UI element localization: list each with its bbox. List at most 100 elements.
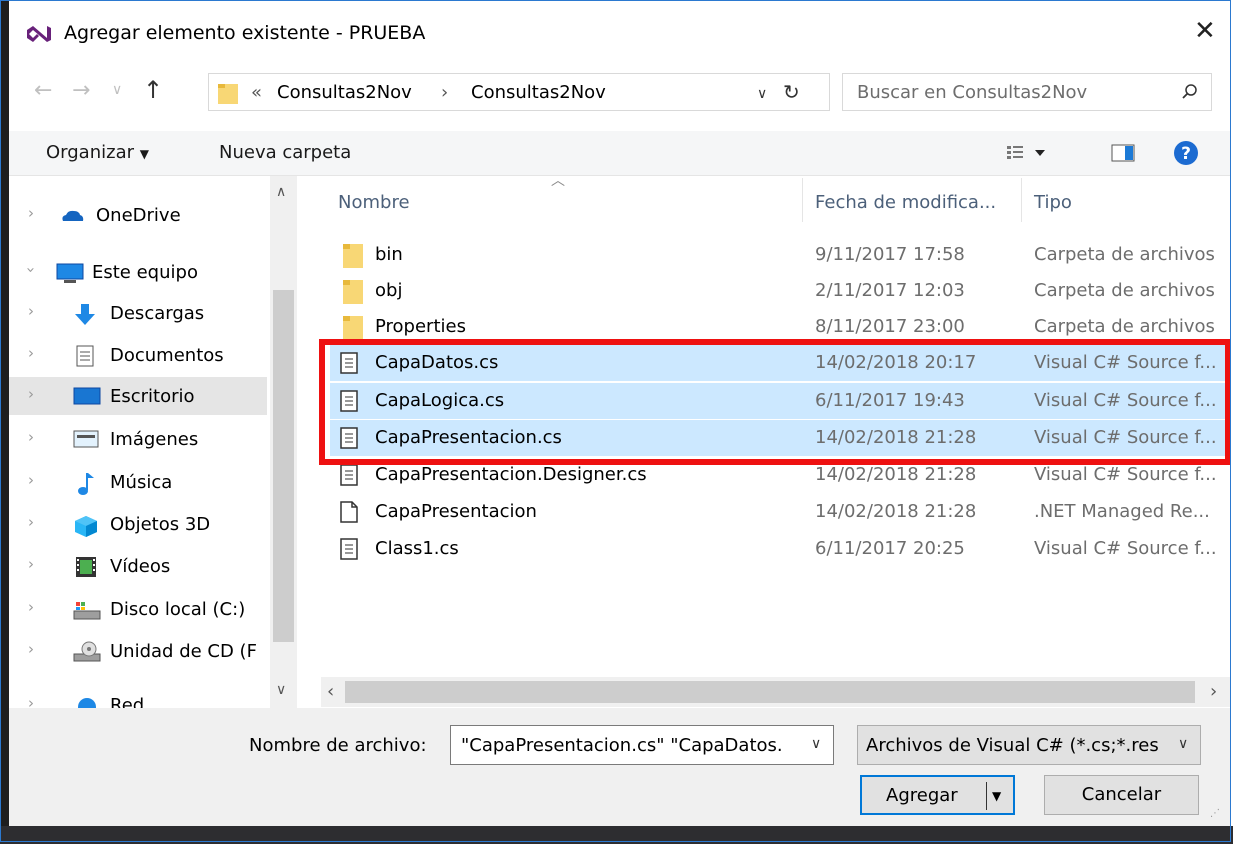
file-name: Class1.cs — [375, 538, 459, 559]
nav-scrollbar-thumb[interactable] — [273, 290, 294, 642]
cs-file-icon — [338, 463, 360, 491]
file-row-bin[interactable]: bin 9/11/2017 17:58 Carpeta de archivos — [330, 237, 1230, 273]
nav-item-objetos-3d[interactable]: › Objetos 3D — [9, 505, 267, 543]
nav-item-documentos[interactable]: › Documentos — [9, 336, 267, 374]
column-divider[interactable] — [1021, 178, 1022, 222]
help-icon[interactable]: ? — [1173, 140, 1199, 170]
expand-chevron-icon[interactable]: › — [28, 428, 34, 446]
pictures-icon — [73, 429, 99, 449]
breadcrumb-item-2[interactable]: Consultas2Nov — [471, 82, 606, 103]
recent-locations-chevron-icon[interactable]: ∨ — [112, 82, 122, 98]
address-dropdown-icon[interactable]: ∨ — [757, 86, 767, 102]
highlight-annotation — [319, 339, 1231, 465]
expand-chevron-icon[interactable]: › — [28, 471, 34, 489]
expand-chevron-icon[interactable]: › — [28, 640, 34, 658]
search-input[interactable]: Buscar en Consultas2Nov — [857, 82, 1087, 103]
scroll-left-icon[interactable]: ‹ — [327, 681, 334, 702]
expand-chevron-icon[interactable]: › — [28, 555, 34, 573]
expand-chevron-icon[interactable]: › — [28, 302, 34, 320]
file-name: bin — [375, 244, 403, 265]
nav-label: Descargas — [110, 303, 205, 324]
nav-item-descargas[interactable]: › Descargas — [9, 294, 267, 332]
scroll-right-icon[interactable]: › — [1210, 681, 1217, 702]
add-button-label: Agregar — [886, 785, 958, 806]
nav-item-musica[interactable]: › Música — [9, 463, 267, 501]
file-date: 8/11/2017 23:00 — [815, 316, 965, 337]
visual-studio-icon — [24, 22, 52, 50]
cd-drive-icon — [73, 641, 101, 662]
desktop-icon — [73, 386, 101, 406]
file-row-class1[interactable]: Class1.cs 6/11/2017 20:25 Visual C# Sour… — [330, 531, 1230, 567]
organize-button[interactable]: Organizar ▼ — [46, 142, 149, 163]
file-date: 9/11/2017 17:58 — [815, 244, 965, 265]
file-row-capapresentacion-resx[interactable]: CapaPresentacion 14/02/2018 21:28 .NET M… — [330, 494, 1230, 530]
background-strip-bottom — [0, 826, 1233, 844]
organize-label: Organizar — [46, 142, 134, 163]
up-arrow-icon[interactable]: ↑ — [143, 76, 163, 104]
expand-chevron-icon[interactable]: › — [28, 385, 34, 403]
file-type: .NET Managed Re... — [1034, 501, 1210, 522]
new-folder-button[interactable]: Nueva carpeta — [219, 142, 351, 163]
column-divider[interactable] — [802, 178, 803, 222]
chevron-down-icon[interactable]: ∨ — [1178, 736, 1188, 752]
nav-item-videos[interactable]: › Vídeos — [9, 547, 267, 585]
nav-label: Disco local (C:) — [110, 599, 246, 620]
nav-item-red[interactable]: › Red — [9, 686, 267, 708]
search-icon[interactable] — [1181, 83, 1199, 105]
file-type: Visual C# Source f... — [1034, 464, 1217, 485]
expand-chevron-icon[interactable]: › — [28, 598, 34, 616]
file-date: 14/02/2018 21:28 — [815, 464, 977, 485]
filename-input[interactable]: "CapaPresentacion.cs" "CapaDatos. — [461, 735, 801, 756]
computer-icon — [55, 262, 84, 283]
nav-item-este-equipo[interactable]: › Este equipo — [9, 253, 267, 291]
cancel-button[interactable]: Cancelar — [1044, 775, 1199, 815]
file-type: Visual C# Source f... — [1034, 538, 1217, 559]
nav-item-escritorio[interactable]: › Escritorio — [9, 377, 267, 415]
close-icon[interactable]: ✕ — [1194, 16, 1216, 46]
breadcrumb-item-1[interactable]: Consultas2Nov — [277, 82, 412, 103]
expand-chevron-icon[interactable]: › — [28, 513, 34, 531]
expand-chevron-icon[interactable]: › — [28, 694, 34, 708]
file-type-filter-value: Archivos de Visual C# (*.cs;*.res — [866, 735, 1159, 756]
breadcrumb-overflow[interactable]: « — [251, 82, 262, 103]
address-bar[interactable]: « Consultas2Nov › Consultas2Nov ∨ ↻ — [208, 73, 830, 111]
folder-icon — [338, 279, 364, 309]
nav-scroll-up-icon[interactable]: ∧ — [276, 184, 286, 200]
expand-chevron-icon[interactable]: › — [28, 344, 34, 362]
nav-item-unidad-cd[interactable]: › Unidad de CD (F — [9, 632, 267, 670]
sort-ascending-icon: ︿ — [551, 173, 565, 189]
nav-label: Este equipo — [92, 262, 198, 283]
add-button[interactable]: Agregar ▼ — [860, 775, 1015, 815]
back-arrow-icon[interactable]: ← — [34, 78, 52, 103]
filename-combobox[interactable]: "CapaPresentacion.cs" "CapaDatos. ∨ — [450, 725, 834, 765]
file-row-obj[interactable]: obj 2/11/2017 12:03 Carpeta de archivos — [330, 273, 1230, 309]
column-header-type[interactable]: Tipo — [1034, 192, 1072, 213]
chevron-down-icon[interactable]: ∨ — [811, 736, 821, 752]
view-options-icon[interactable] — [1005, 143, 1053, 167]
refresh-icon[interactable]: ↻ — [783, 80, 800, 104]
resize-grip-icon[interactable]: ⋰ — [1210, 808, 1220, 819]
toolbar: Organizar ▼ Nueva carpeta ? — [9, 131, 1231, 176]
navigation-pane: › OneDrive › Este equipo › Descargas › D… — [9, 176, 297, 708]
column-header-name[interactable]: Nombre — [338, 192, 410, 213]
search-box[interactable]: Buscar en Consultas2Nov — [842, 73, 1212, 111]
column-header-date[interactable]: Fecha de modifica... — [815, 192, 996, 213]
nav-item-imagenes[interactable]: › Imágenes — [9, 420, 267, 458]
file-name: CapaPresentacion — [375, 501, 537, 522]
file-list-hscrollbar-thumb[interactable] — [345, 681, 1195, 703]
forward-arrow-icon[interactable]: → — [72, 78, 90, 103]
3d-objects-icon — [73, 514, 97, 537]
add-dropdown-icon[interactable]: ▼ — [992, 777, 1001, 815]
nav-scroll-down-icon[interactable]: ∨ — [276, 682, 286, 698]
nav-item-disco-local[interactable]: › Disco local (C:) — [9, 590, 267, 628]
breadcrumb-separator: › — [441, 82, 449, 103]
file-name: obj — [375, 280, 403, 301]
file-date: 14/02/2018 21:28 — [815, 501, 977, 522]
expand-chevron-icon[interactable]: › — [28, 204, 34, 222]
nav-item-onedrive[interactable]: › OneDrive — [9, 196, 267, 234]
preview-pane-icon[interactable] — [1111, 143, 1135, 167]
file-type-filter[interactable]: Archivos de Visual C# (*.cs;*.res ∨ — [857, 725, 1201, 765]
organize-dropdown-icon: ▼ — [139, 147, 149, 161]
collapse-chevron-icon[interactable]: › — [22, 267, 40, 273]
filename-label: Nombre de archivo: — [249, 735, 427, 756]
